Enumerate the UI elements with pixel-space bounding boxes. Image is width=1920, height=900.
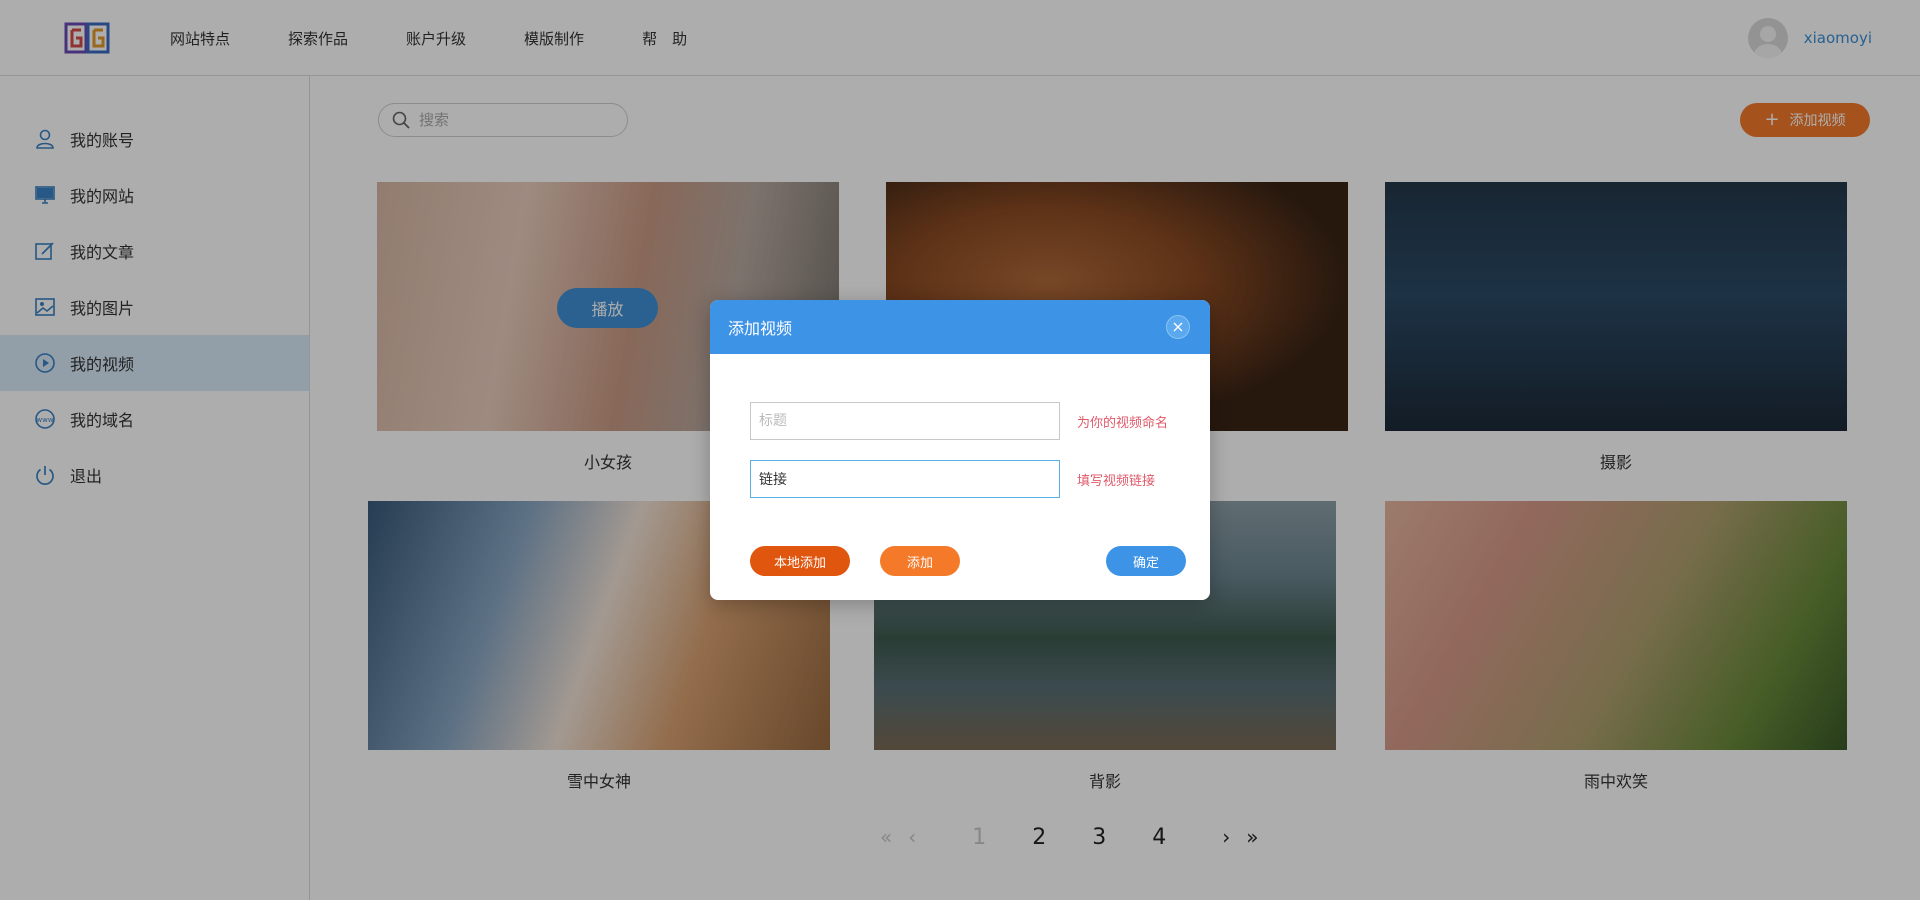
dialog-header: 添加视频 xyxy=(710,300,1210,354)
title-hint: 为你的视频命名 xyxy=(1077,415,1169,431)
title-input[interactable] xyxy=(750,402,1060,440)
link-hint: 填写视频链接 xyxy=(1077,473,1156,489)
link-input[interactable] xyxy=(750,460,1060,498)
title-field-row: 为你的视频命名 xyxy=(750,402,1168,440)
link-field-row: 填写视频链接 xyxy=(750,460,1155,498)
close-icon xyxy=(1173,322,1183,332)
confirm-button[interactable]: 确定 xyxy=(1106,546,1186,576)
close-button[interactable] xyxy=(1166,315,1190,339)
dialog-title: 添加视频 xyxy=(728,319,793,338)
add-video-dialog: 添加视频 为你的视频命名 填写视频链接 本地添加 添加 确定 xyxy=(710,300,1210,600)
local-add-button[interactable]: 本地添加 xyxy=(750,546,850,576)
add-button[interactable]: 添加 xyxy=(880,546,960,576)
